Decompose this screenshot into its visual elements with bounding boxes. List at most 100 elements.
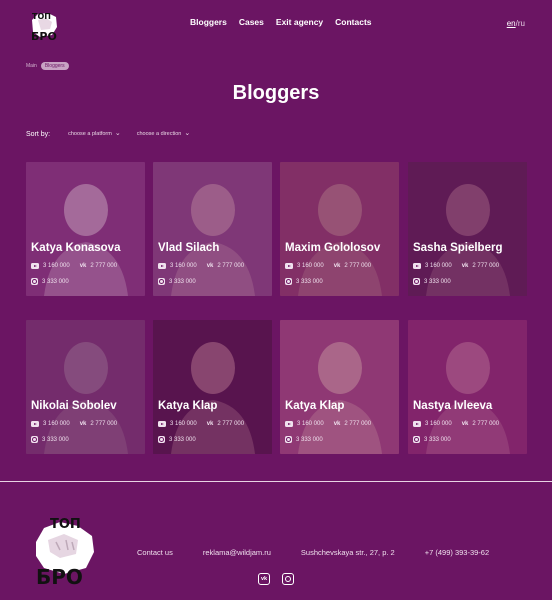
blogger-photo [280,320,399,454]
youtube-count: 3 160 000 [43,421,70,427]
blogger-name: Sasha Spielberg [413,242,503,254]
nav-bloggers[interactable]: Bloggers [190,17,227,27]
lang-ru[interactable]: ru [518,19,525,28]
breadcrumb-current: Bloggers [40,62,69,70]
blogger-stats-row: 3 160 000 vk 2 777 000 [285,263,371,269]
nav-exit-agency[interactable]: Exit agency [276,17,323,27]
platform-dropdown[interactable]: choose a platform ⌄ [68,130,121,138]
nav-cases[interactable]: Cases [239,17,264,27]
footer-divider [0,481,552,482]
youtube-count: 3 160 000 [425,421,452,427]
blogger-name: Katya Klap [285,400,345,412]
blogger-stats-row: 3 333 000 [413,278,451,285]
vk-icon: vk [461,263,469,269]
instagram-count: 3 333 000 [424,278,451,285]
blogger-photo [26,320,145,454]
direction-dropdown-label: choose a direction [136,131,182,137]
footer-contacts: Contact us reklama@wildjam.ru Sushchevsk… [137,548,489,557]
instagram-icon [31,278,38,285]
vk-count: 2 777 000 [217,421,245,427]
blogger-card[interactable]: Katya Klap 3 160 000 vk 2 777 000 3 333 000 [280,320,399,454]
instagram-icon [285,436,292,443]
blogger-name: Katya Konasova [31,242,121,254]
blogger-stats-row: 3 160 000 vk 2 777 000 [413,263,499,269]
blogger-stats-row: 3 333 000 [413,436,451,443]
blogger-card[interactable]: Nikolai Sobolev 3 160 000 vk 2 777 000 3 333… [26,320,145,454]
instagram-count: 3 333 000 [169,278,196,285]
vk-icon: vk [333,421,341,427]
footer-logo-icon[interactable]: ТОП БРО [30,512,100,586]
blogger-photo [408,320,527,454]
instagram-count: 3 333 000 [42,278,69,285]
blogger-photo [153,320,272,454]
blogger-stats-row: 3 333 000 [285,436,323,443]
instagram-count: 3 333 000 [296,278,323,285]
vk-count: 2 777 000 [90,263,118,269]
nav-contacts[interactable]: Contacts [335,17,371,27]
blogger-stats-row: 3 333 000 [285,278,323,285]
vk-count: 2 777 000 [344,263,372,269]
youtube-count: 3 160 000 [297,421,324,427]
instagram-count: 3 333 000 [169,436,196,443]
breadcrumb-main[interactable]: Main [26,63,37,69]
vk-count: 2 777 000 [472,421,500,427]
blogger-stats-row: 3 160 000 vk 2 777 000 [158,263,244,269]
footer-email[interactable]: reklama@wildjam.ru [203,548,271,557]
instagram-icon [158,436,165,443]
footer-address: Sushchevskaya str., 27, p. 2 [300,548,395,557]
vk-icon: vk [206,263,214,269]
vk-icon: vk [333,263,341,269]
youtube-count: 3 160 000 [297,263,324,269]
chevron-down-icon: ⌄ [184,130,191,137]
footer-phone[interactable]: +7 (499) 393-39-62 [425,548,489,557]
youtube-icon [413,263,421,269]
breadcrumb: Main Bloggers [26,62,69,70]
vk-icon: vk [79,421,87,427]
youtube-count: 3 160 000 [170,263,197,269]
youtube-icon [285,421,293,427]
blogger-stats-row: 3 160 000 vk 2 777 000 [31,421,117,427]
youtube-count: 3 160 000 [43,263,70,269]
blogger-name: Nikolai Sobolev [31,400,117,412]
blogger-card[interactable]: Sasha Spielberg 3 160 000 vk 2 777 000 3 333… [408,162,527,296]
blogger-card[interactable]: Vlad Silach 3 160 000 vk 2 777 000 3 333 000 [153,162,272,296]
youtube-icon [158,263,166,269]
svg-text:ТОП: ТОП [32,12,51,21]
blogger-stats-row: 3 160 000 vk 2 777 000 [31,263,117,269]
footer-contact-us[interactable]: Contact us [137,548,173,557]
chevron-down-icon: ⌄ [114,130,121,137]
lang-en[interactable]: en [507,19,516,28]
blogger-stats-row: 3 160 000 vk 2 777 000 [285,421,371,427]
vk-icon[interactable]: vk [258,573,270,585]
blogger-photo [280,162,399,296]
blogger-stats-row: 3 333 000 [31,436,69,443]
logo-icon[interactable]: ТОП БРО [26,8,62,42]
vk-count: 2 777 000 [472,263,500,269]
youtube-icon [285,263,293,269]
instagram-icon[interactable] [282,573,294,585]
svg-text:ТОП: ТОП [50,517,81,532]
main-nav: Bloggers Cases Exit agency Contacts [190,17,372,27]
instagram-icon [158,278,165,285]
blogger-photo [153,162,272,296]
blogger-card[interactable]: Katya Konasova 3 160 000 vk 2 777 000 3 333 … [26,162,145,296]
blogger-stats-row: 3 333 000 [31,278,69,285]
instagram-icon [413,436,420,443]
blogger-card[interactable]: Katya Klap 3 160 000 vk 2 777 000 3 333 000 [153,320,272,454]
site-header: ТОП БРО Bloggers Cases Exit agency Conta… [0,0,552,48]
blogger-photo [26,162,145,296]
instagram-count: 3 333 000 [296,436,323,443]
youtube-count: 3 160 000 [170,421,197,427]
blogger-card[interactable]: Nastya Ivleeva 3 160 000 vk 2 777 000 3 333 … [408,320,527,454]
blogger-card[interactable]: Maxim Gololosov 3 160 000 vk 2 777 000 3 333… [280,162,399,296]
instagram-icon [413,278,420,285]
blogger-stats-row: 3 333 000 [158,436,196,443]
blogger-name: Maxim Gololosov [285,242,381,254]
blogger-photo [408,162,527,296]
instagram-icon [285,278,292,285]
page-title: Bloggers [232,82,320,104]
youtube-icon [31,263,39,269]
blogger-name: Katya Klap [158,400,218,412]
direction-dropdown[interactable]: choose a direction ⌄ [137,130,191,138]
vk-count: 2 777 000 [217,263,245,269]
